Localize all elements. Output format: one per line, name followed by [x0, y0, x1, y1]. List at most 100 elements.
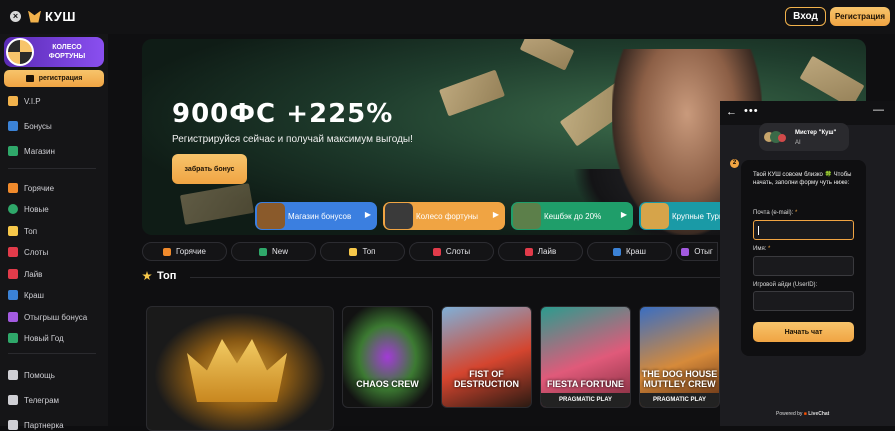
- sidebar-item[interactable]: Телеграм: [8, 395, 59, 405]
- game-tile[interactable]: FIST OF DESTRUCTION: [441, 306, 532, 408]
- category-tab[interactable]: Лайв: [498, 242, 583, 261]
- sidebar-item[interactable]: Новый Год: [8, 333, 64, 343]
- game-tile[interactable]: FIESTA FORTUNE PRAGMATIC PLAY: [540, 306, 631, 408]
- chat-message: Твой КУШ совсем близко 🍀 Чтобы начать, з…: [753, 172, 852, 186]
- category-tab[interactable]: Краш: [587, 242, 672, 261]
- agent-name: Мистер "Куш": [795, 130, 837, 136]
- new-icon: [8, 204, 18, 214]
- powered-by[interactable]: Powered by ■ LiveChat: [776, 411, 829, 417]
- sidebar-item[interactable]: Новые: [8, 204, 49, 214]
- headset-icon: [8, 370, 18, 380]
- sidebar-item-label: Слоты: [24, 247, 49, 257]
- close-icon[interactable]: ×: [10, 11, 21, 22]
- crown-icon: [8, 96, 18, 106]
- banknote-image: [519, 39, 575, 71]
- game-provider: PRAGMATIC PLAY: [652, 397, 706, 403]
- game-provider: PRAGMATIC PLAY: [558, 397, 612, 403]
- category-tab[interactable]: Топ: [320, 242, 405, 261]
- promo-card[interactable]: Колесо фортуны ▶: [383, 202, 505, 230]
- sidebar: КОЛЕСО ФОРТУНЫ регистрация V.I.P Бонусы Ма…: [0, 34, 108, 430]
- plane-icon: [8, 290, 18, 300]
- promo-image: [257, 203, 285, 229]
- login-button[interactable]: Вход: [785, 7, 826, 26]
- register-button[interactable]: Регистрация: [830, 7, 890, 26]
- wheel-label: КОЛЕСО ФОРТУНЫ: [48, 44, 86, 60]
- top-section-title: Топ: [157, 270, 177, 282]
- minimize-icon[interactable]: —: [873, 104, 884, 116]
- category-icon: [432, 247, 441, 256]
- divider: [8, 353, 96, 354]
- sidebar-item-label: V.I.P: [24, 96, 41, 106]
- category-label: Краш: [626, 247, 646, 256]
- logo-text: КУШ: [45, 9, 76, 24]
- sidebar-item[interactable]: Топ: [8, 226, 37, 236]
- crown-image: [187, 339, 287, 402]
- cherry-icon: [8, 247, 18, 257]
- sidebar-item[interactable]: Слоты: [8, 247, 48, 257]
- promo-card[interactable]: Кешбэк до 20% ▶: [511, 202, 633, 230]
- category-label: Лайв: [537, 247, 557, 256]
- sidebar-register-button[interactable]: регистрация: [4, 70, 104, 87]
- livechat-widget: ← ••• — Мистер "Куш" AI 2 Твой КУШ совсе…: [720, 101, 895, 426]
- more-icon[interactable]: •••: [744, 105, 759, 117]
- gift-icon: [8, 121, 18, 131]
- banknote-image: [179, 183, 255, 225]
- sidebar-item[interactable]: Бонусы: [8, 121, 52, 131]
- name-field[interactable]: [753, 256, 854, 276]
- fire-icon: [8, 183, 18, 193]
- back-arrow-icon[interactable]: ←: [726, 106, 737, 118]
- game-tile[interactable]: [146, 306, 334, 431]
- game-title: FIESTA FORTUNE: [547, 379, 624, 389]
- userid-field[interactable]: [753, 291, 854, 311]
- category-icon: [349, 247, 358, 256]
- cards-icon: [8, 269, 18, 279]
- game-title: CHAOS CREW: [356, 379, 419, 389]
- email-label: Почта (e-mail): *: [753, 210, 798, 216]
- start-chat-button[interactable]: Начать чат: [753, 322, 854, 342]
- name-label: Имя: *: [753, 246, 771, 252]
- sidebar-item-label: Горячие: [24, 183, 55, 193]
- sidebar-item[interactable]: Помощь: [8, 370, 55, 380]
- category-tab[interactable]: Слоты: [409, 242, 494, 261]
- game-tile[interactable]: THE DOG HOUSE MUTTLEY CREW PRAGMATIC PLAY: [639, 306, 720, 408]
- game-tile[interactable]: CHAOS CREW: [342, 306, 433, 408]
- category-icon: [681, 247, 690, 256]
- category-tab[interactable]: Отыг: [676, 242, 718, 261]
- sidebar-item-label: Лайв: [24, 269, 43, 279]
- sidebar-item[interactable]: Магазин: [8, 146, 55, 156]
- arrow-right-icon: ▶: [364, 210, 371, 219]
- logo[interactable]: КУШ: [28, 9, 76, 24]
- logo-icon: [28, 10, 41, 23]
- sidebar-item[interactable]: Партнерка: [8, 420, 64, 430]
- promo-label: Кешбэк до 20%: [544, 211, 602, 221]
- sidebar-item-label: Краш: [24, 290, 44, 300]
- category-label: New: [271, 247, 288, 256]
- promo-label: Колесо фортуны: [416, 211, 479, 221]
- text-caret: [758, 226, 759, 235]
- sidebar-item[interactable]: Краш: [8, 290, 44, 300]
- sidebar-item[interactable]: Отыгрыш бонуса: [8, 312, 87, 322]
- category-label: Топ: [362, 247, 376, 256]
- divider: [8, 168, 96, 169]
- wheel-icon: [6, 38, 34, 66]
- unread-badge: 2: [730, 159, 739, 168]
- wheel-of-fortune-card[interactable]: КОЛЕСО ФОРТУНЫ: [4, 37, 104, 67]
- sidebar-item-label: Новые: [24, 204, 49, 214]
- sidebar-item-label: Топ: [24, 226, 38, 236]
- promo-image: [385, 203, 413, 229]
- agent-card: Мистер "Куш" AI: [759, 123, 849, 151]
- sidebar-item[interactable]: Горячие: [8, 183, 54, 193]
- category-tab[interactable]: New: [231, 242, 316, 261]
- sidebar-item[interactable]: V.I.P: [8, 96, 41, 106]
- claim-bonus-button[interactable]: забрать бонус: [172, 154, 247, 184]
- sidebar-item-label: Бонусы: [24, 121, 52, 131]
- sidebar-item[interactable]: Лайв: [8, 269, 42, 279]
- promo-card[interactable]: Магазин бонусов ▶: [255, 202, 377, 230]
- chat-header: ← ••• —: [720, 101, 895, 125]
- userid-label: Игровой айди (UserID):: [753, 282, 818, 288]
- tree-icon: [8, 333, 18, 343]
- game-title: THE DOG HOUSE MUTTLEY CREW: [641, 369, 718, 389]
- email-field[interactable]: [753, 220, 854, 240]
- category-tab[interactable]: Горячие: [142, 242, 227, 261]
- top-section-header: Топ: [142, 270, 176, 282]
